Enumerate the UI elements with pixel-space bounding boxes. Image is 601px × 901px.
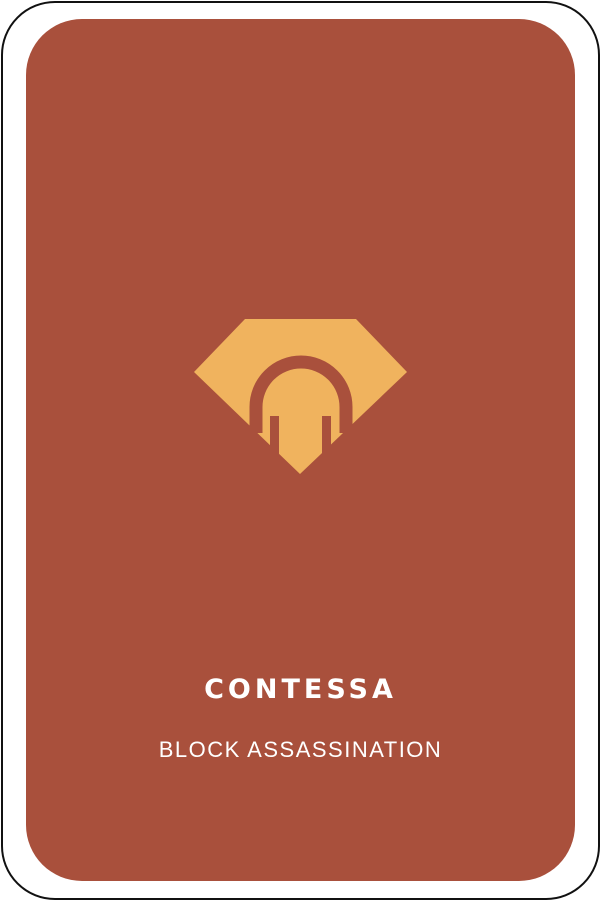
right-slot (322, 416, 331, 458)
left-slot (270, 416, 279, 458)
card-action: BLOCK ASSASSINATION (158, 737, 443, 762)
contessa-gem-icon (194, 319, 407, 474)
gem-shape (194, 319, 407, 474)
card-title: CONTESSA (204, 674, 397, 705)
